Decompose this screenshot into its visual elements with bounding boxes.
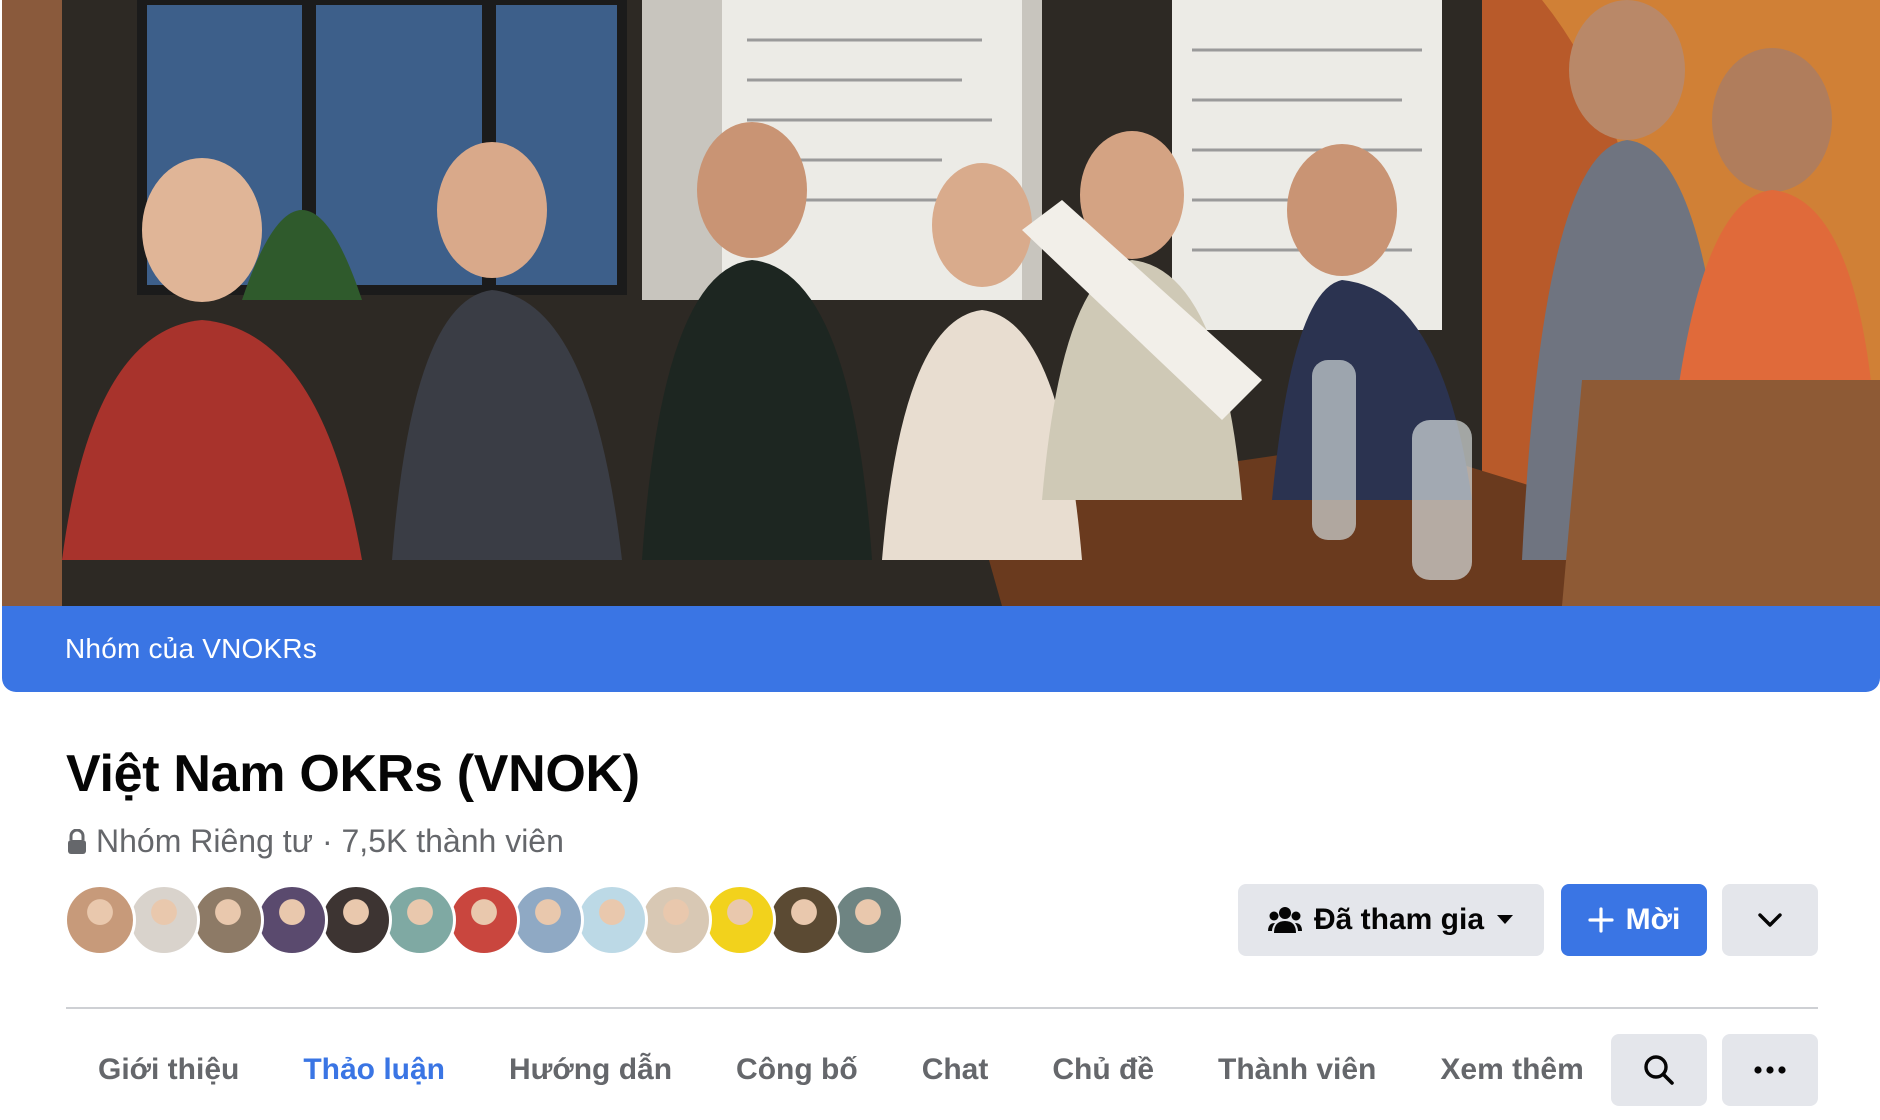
plus-icon [1588, 907, 1614, 933]
cover-photo-image [2, 0, 1880, 606]
people-icon [1267, 907, 1302, 933]
tab-6[interactable]: Chủ đề [1020, 1034, 1186, 1106]
member-avatar[interactable] [256, 884, 328, 956]
joined-label: Đã tham gia [1313, 903, 1485, 936]
member-avatar[interactable] [128, 884, 200, 956]
group-owner-banner[interactable]: Nhóm của VNOKRs [2, 606, 1880, 692]
tab-8[interactable]: Xem thêm [1408, 1034, 1583, 1106]
group-meta: Nhóm Riêng tư · 7,5K thành viên [66, 823, 564, 860]
member-avatar[interactable] [832, 884, 904, 956]
caret-down-icon [1497, 915, 1514, 924]
group-title[interactable]: Việt Nam OKRs (VNOK) [66, 744, 640, 804]
tab-7[interactable]: Thành viên [1186, 1034, 1408, 1106]
joined-button[interactable]: Đã tham gia [1238, 884, 1544, 956]
cover-photo[interactable] [2, 0, 1880, 606]
group-tabs: Giới thiệu Thảo luận Hướng dẫn Công bố Chat C… [66, 1034, 1584, 1106]
search-icon [1644, 1055, 1674, 1085]
search-button[interactable] [1611, 1034, 1707, 1106]
expand-button[interactable] [1722, 884, 1818, 956]
header-divider [66, 1007, 1818, 1009]
member-avatar[interactable] [320, 884, 392, 956]
invite-button[interactable]: Mời [1561, 884, 1707, 956]
tab-1[interactable]: Giới thiệu [66, 1034, 271, 1106]
tab-2[interactable]: Thảo luận [271, 1034, 477, 1106]
tab-5[interactable]: Chat [890, 1034, 1021, 1106]
tab-3[interactable]: Hướng dẫn [477, 1034, 704, 1106]
group-owner-label[interactable]: Nhóm của VNOKRs [65, 633, 317, 665]
member-avatar[interactable] [512, 884, 584, 956]
invite-label: Mời [1625, 903, 1681, 936]
chevron-down-icon [1758, 913, 1782, 927]
member-avatar[interactable] [64, 884, 136, 956]
more-options-button[interactable] [1722, 1034, 1818, 1106]
group-page: Nhóm của VNOKRs Việt Nam OKRs (VNOK) Nhó… [0, 0, 1880, 1120]
member-avatar[interactable] [576, 884, 648, 956]
member-avatar[interactable] [384, 884, 456, 956]
lock-icon [68, 828, 86, 854]
group-privacy-members[interactable]: Nhóm Riêng tư · 7,5K thành viên [96, 823, 564, 860]
member-avatar[interactable] [704, 884, 776, 956]
member-avatar[interactable] [192, 884, 264, 956]
member-avatar[interactable] [640, 884, 712, 956]
ellipsis-icon [1754, 1066, 1786, 1074]
member-avatar-list [64, 884, 904, 956]
member-avatar[interactable] [448, 884, 520, 956]
member-avatar[interactable] [768, 884, 840, 956]
tab-4[interactable]: Công bố [704, 1034, 890, 1106]
